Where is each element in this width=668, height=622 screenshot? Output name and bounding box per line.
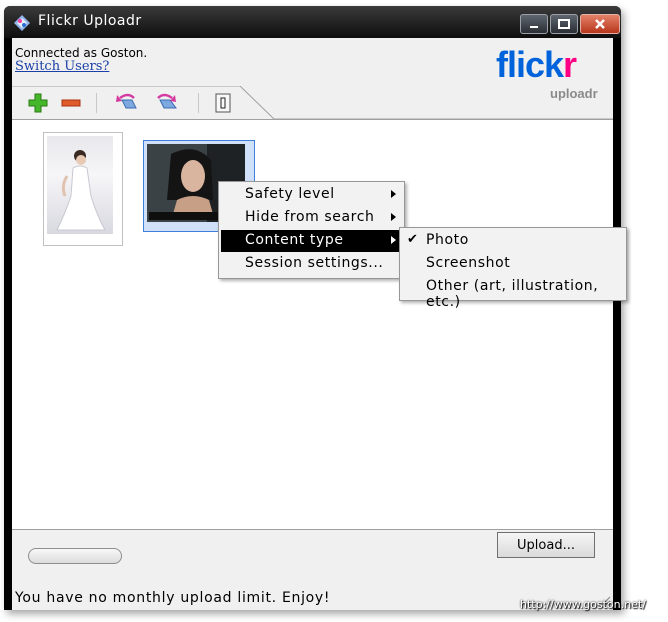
menu-item-label: Session settings... — [245, 255, 384, 271]
status-text: You have no monthly upload limit. Enjoy! — [15, 590, 331, 606]
toolbar-tab — [12, 86, 613, 120]
close-button[interactable] — [580, 14, 620, 34]
rotate-right-icon — [157, 93, 177, 109]
connected-status: Connected as Goston. — [15, 46, 148, 60]
photo-thumbnail[interactable] — [43, 132, 123, 246]
divider — [12, 529, 613, 530]
upload-progress-bar — [28, 548, 122, 564]
submenu-item-label: Other (art, illustration, etc.) — [426, 278, 599, 310]
logo-word-pink: r — [563, 44, 577, 85]
minimize-button[interactable] — [520, 14, 548, 34]
checkmark-icon: ✔ — [407, 232, 419, 247]
flickr-uploadr-app-icon — [14, 15, 30, 31]
rotate-right-button[interactable] — [152, 92, 182, 114]
logo-word-blue: flick — [496, 44, 564, 85]
submenu-item-label: Screenshot — [426, 255, 511, 271]
close-icon — [595, 19, 605, 29]
add-photo-button[interactable] — [27, 92, 49, 114]
rotate-left-icon — [116, 93, 137, 109]
remove-photo-button[interactable] — [60, 92, 82, 114]
bride-photo — [47, 136, 113, 234]
switch-users-link[interactable]: Switch Users? — [15, 59, 109, 74]
submenu-arrow-icon — [391, 213, 396, 221]
minimize-icon — [530, 26, 538, 28]
submenu-item-label: Photo — [426, 232, 469, 248]
upload-button[interactable]: Upload... — [497, 532, 595, 558]
submenu-item-other[interactable]: Other (art, illustration, etc.) — [402, 276, 624, 310]
remove-icon — [61, 99, 81, 107]
toolbar-separator — [198, 93, 199, 113]
maximize-icon — [558, 19, 570, 29]
menu-item-label: Hide from search — [245, 209, 375, 225]
info-icon — [215, 93, 231, 113]
menu-item-label: Safety level — [245, 186, 335, 202]
title-bar[interactable]: Flickr Uploadr — [4, 6, 621, 38]
submenu-item-photo[interactable]: ✔ Photo — [402, 230, 624, 252]
toolbar-separator — [96, 93, 97, 113]
menu-item-safety-level[interactable]: Safety level — [221, 184, 402, 206]
content-type-submenu: ✔ Photo Screenshot Other (art, illustrat… — [399, 227, 627, 310]
window-title: Flickr Uploadr — [38, 13, 142, 29]
submenu-arrow-icon — [391, 190, 396, 198]
menu-item-content-type[interactable]: Content type — [221, 230, 402, 252]
info-button[interactable] — [212, 92, 234, 114]
maximize-button[interactable] — [550, 14, 578, 34]
watermark-text: http://www.goston.net/ — [520, 598, 646, 611]
submenu-item-screenshot[interactable]: Screenshot — [402, 253, 624, 275]
add-icon — [28, 93, 48, 113]
context-menu: Safety level Hide from search Content ty… — [218, 181, 405, 279]
submenu-arrow-icon — [391, 236, 396, 244]
rotate-left-button[interactable] — [112, 92, 142, 114]
menu-item-session-settings[interactable]: Session settings... — [221, 253, 402, 275]
client-area: Connected as Goston. Switch Users? flick… — [12, 38, 613, 610]
menu-item-label: Content type — [245, 232, 344, 248]
menu-item-hide-from-search[interactable]: Hide from search — [221, 207, 402, 229]
